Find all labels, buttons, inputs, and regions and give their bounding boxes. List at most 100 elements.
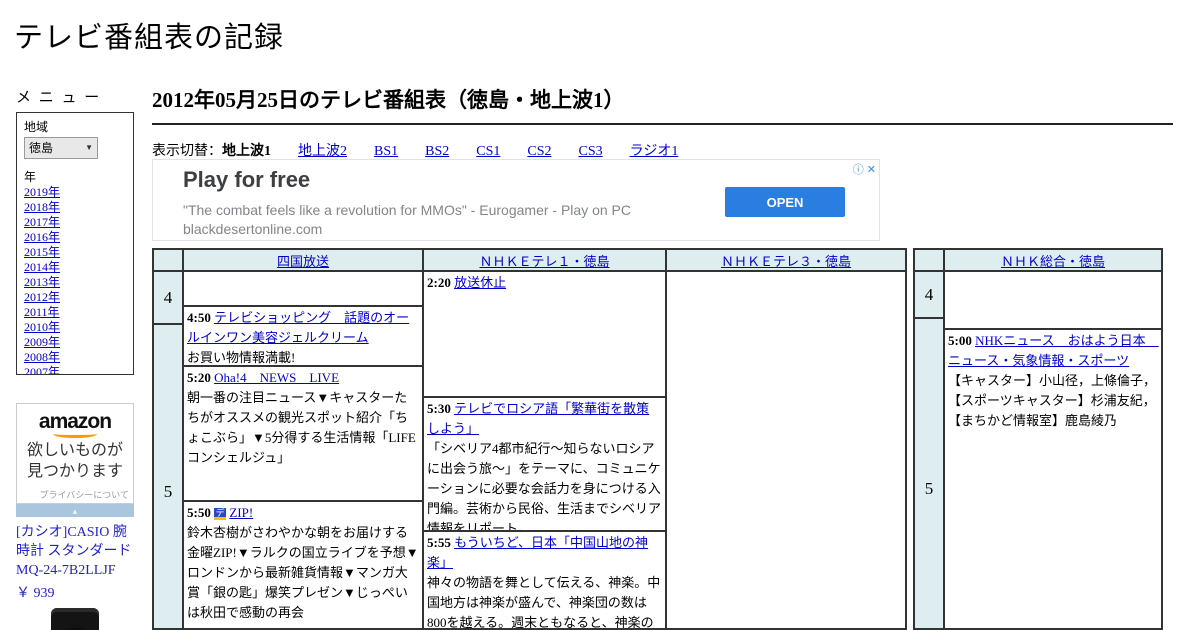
- year-link[interactable]: 2012年: [24, 290, 126, 305]
- channel-link[interactable]: ＮＨＫ総合・徳島: [1001, 251, 1105, 270]
- main-content: 2012年05月25日のテレビ番組表（徳島・地上波1） 表示切替：地上波1 地上波…: [152, 84, 1173, 630]
- program-cell: 5:50 デ ZIP! 鈴木杏樹がさわやかな朝をお届けする金曜ZIP!▼ラルクの国…: [184, 502, 422, 628]
- program-cell: 5:20 Oha!4 NEWS LIVE 朝一番の注目ニュース▼キャスターたちがオ…: [184, 367, 422, 502]
- page: テレビ番組表の記録 メ ニ ュ ー 地域 徳島 ▼ 年 2019年 2018年 20…: [0, 0, 1200, 630]
- program-cell: 2:20 放送休止: [424, 272, 665, 398]
- year-link-list: 2019年 2018年 2017年 2016年 2015年 2014年 2013年 2012年…: [24, 185, 126, 374]
- hour-label: 5: [163, 482, 173, 501]
- channel-column: 四国放送 4:50 テレビショッピング 話題のオールインワン美容ジェルクリーム お買…: [182, 250, 422, 628]
- data-broadcast-icon: デ: [214, 508, 227, 520]
- region-label: 地域: [24, 120, 49, 134]
- year-link[interactable]: 2011年: [24, 305, 126, 320]
- amazon-ad-box[interactable]: amazon 欲しいものが 見つかります プライバシーについて: [16, 403, 134, 504]
- ad-info-icon[interactable]: ⓘ: [853, 164, 864, 176]
- program-time: 5:00: [948, 333, 976, 348]
- channel-column: ＮＨＫ総合・徳島 5:00 NHKニュース おはよう日本 ニュース・気象情報・スポ…: [943, 250, 1161, 628]
- sidebar-menu-box: 地域 徳島 ▼ 年 2019年 2018年 2017年 2016年 2015年 2014年…: [16, 112, 134, 375]
- program-time: 5:50: [187, 505, 215, 520]
- empty-cell: [184, 272, 422, 307]
- schedule-table: 4 5 ＮＨＫ総合・徳島 5:00 NHKニュース おはよう日本 ニュース・気象情報・…: [913, 248, 1163, 630]
- tv-schedule: 4 5 四国放送 4:50 テレビショッピング 話題のオールインワン美容ジェルクリーム…: [152, 248, 1163, 630]
- program-time: 2:20: [427, 275, 455, 290]
- channel-header: ＮＨＫ総合・徳島: [945, 250, 1161, 272]
- triangle-up-icon: ▲: [71, 507, 79, 516]
- year-link[interactable]: 2017年: [24, 215, 126, 230]
- hour-cell: 4: [154, 272, 182, 325]
- site-title: テレビ番組表の記録: [14, 22, 285, 54]
- amazon-product-price: ￥ 939: [16, 586, 55, 601]
- year-link[interactable]: 2019年: [24, 185, 126, 200]
- program-description: 「シベリア4都市紀行～知らないロシアに出会う旅～」をテーマに、コミュニケーション…: [427, 441, 662, 532]
- year-label: 年: [24, 170, 37, 184]
- empty-cell: [945, 272, 1161, 330]
- time-column-header: [154, 250, 182, 272]
- program-cell: 5:55 もういちど、日本「中国山地の神楽」 神々の物語を舞として伝える、神楽。中…: [424, 532, 665, 628]
- ad-open-button[interactable]: OPEN: [725, 187, 845, 217]
- year-link[interactable]: 2008年: [24, 350, 126, 365]
- hour-cell: 5: [154, 325, 182, 628]
- switcher-tab-CS2[interactable]: CS2: [527, 144, 551, 159]
- switcher-links: 地上波2 BS1 BS2 CS1 CS2 CS3 ラジオ1: [271, 144, 678, 159]
- ad-close-icon[interactable]: ✕: [867, 164, 876, 176]
- switcher-current-tab: 地上波1: [222, 144, 271, 159]
- channel-link[interactable]: ＮＨＫＥテレ３・徳島: [721, 251, 851, 270]
- program-time: 5:55: [427, 535, 455, 550]
- switcher-tab-BS2[interactable]: BS2: [425, 144, 449, 159]
- region-select[interactable]: 徳島 ▼: [24, 137, 98, 159]
- ad-control-icons: ⓘ ✕: [850, 161, 876, 177]
- year-link[interactable]: 2015年: [24, 245, 126, 260]
- ad-description: "The combat feels like a revolution for …: [183, 202, 631, 218]
- channel-header: ＮＨＫＥテレ３・徳島: [667, 250, 905, 272]
- amazon-product-image[interactable]: 12 1 11 10 2: [33, 608, 117, 630]
- year-link[interactable]: 2007年: [24, 365, 126, 374]
- time-column: 45: [915, 250, 943, 628]
- switcher-label: 表示切替：: [152, 144, 222, 159]
- channel-column: ＮＨＫＥテレ１・徳島 2:20 放送休止 5:30 テレビでロシア語「繁華街を散策し…: [422, 250, 665, 628]
- sidebar-menu-title: メ ニ ュ ー: [16, 90, 102, 106]
- time-column: 45: [154, 250, 182, 628]
- hour-label: 4: [924, 284, 934, 304]
- program-title-link[interactable]: 放送休止: [454, 275, 506, 290]
- page-title: 2012年05月25日のテレビ番組表（徳島・地上波1）: [152, 84, 1173, 125]
- ad-headline: Play for free: [183, 167, 311, 192]
- year-link[interactable]: 2010年: [24, 320, 126, 335]
- program-title-link[interactable]: Oha!4 NEWS LIVE: [214, 370, 339, 385]
- program-cell: 4:50 テレビショッピング 話題のオールインワン美容ジェルクリーム お買い物情報…: [184, 307, 422, 367]
- year-link[interactable]: 2016年: [24, 230, 126, 245]
- program-title-link[interactable]: もういちど、日本「中国山地の神楽」: [427, 535, 648, 570]
- program-description: 朝一番の注目ニュース▼キャスターたちがオススメの観光スポット紹介「ちょこぶら」▼…: [187, 390, 416, 465]
- year-link[interactable]: 2009年: [24, 335, 126, 350]
- switcher-tab-CS3[interactable]: CS3: [579, 144, 603, 159]
- program-title-link[interactable]: ZIP!: [229, 505, 253, 520]
- channel-header: ＮＨＫＥテレ１・徳島: [424, 250, 665, 272]
- channel-link[interactable]: 四国放送: [277, 251, 329, 270]
- program-cell: 5:30 テレビでロシア語「繁華街を散策しよう」「シベリア4都市紀行～知らないロ…: [424, 398, 665, 532]
- amazon-product-link[interactable]: [カシオ]CASIO 腕時計 スタンダード MQ-24-7B2LLJF: [16, 523, 134, 580]
- amazon-collapse-bar[interactable]: ▲: [16, 504, 134, 517]
- hour-cell: 4: [915, 272, 943, 319]
- amazon-ad: amazon 欲しいものが 見つかります プライバシーについて ▲ [カシオ]C…: [16, 403, 134, 630]
- switcher-tab-CS1[interactable]: CS1: [476, 144, 500, 159]
- switcher-tab-ラジオ1[interactable]: ラジオ1: [630, 144, 679, 159]
- switcher-tab-地上波2[interactable]: 地上波2: [298, 144, 347, 159]
- ad-domain: blackdesertonline.com: [183, 221, 323, 237]
- year-link[interactable]: 2018年: [24, 200, 126, 215]
- program-time: 5:30: [427, 401, 455, 416]
- switcher-tab-BS1[interactable]: BS1: [374, 144, 398, 159]
- watch-strap: [51, 608, 99, 630]
- google-ad-banner[interactable]: Play for free "The combat feels like a r…: [152, 159, 880, 241]
- year-link[interactable]: 2014年: [24, 260, 126, 275]
- schedule-table: 4 5 四国放送 4:50 テレビショッピング 話題のオールインワン美容ジェルクリーム…: [152, 248, 907, 630]
- amazon-privacy-link[interactable]: プライバシーについて: [21, 488, 129, 501]
- program-title-link[interactable]: NHKニュース おはよう日本 ニュース・気象情報・スポーツ: [948, 333, 1159, 368]
- channel-header: 四国放送: [184, 250, 422, 272]
- program-title-link[interactable]: テレビショッピング 話題のオールインワン美容ジェルクリーム: [187, 310, 409, 345]
- channel-link[interactable]: ＮＨＫＥテレ１・徳島: [479, 251, 609, 270]
- program-title-link[interactable]: テレビでロシア語「繁華街を散策しよう」: [427, 401, 649, 436]
- year-link[interactable]: 2013年: [24, 275, 126, 290]
- region-select-value: 徳島: [29, 141, 54, 155]
- program-description: 鈴木杏樹がさわやかな朝をお届けする金曜ZIP!▼ラルクの国立ライブを予想▼ロンド…: [187, 525, 419, 620]
- program-description: 【キャスター】小山径，上條倫子，【スポーツキャスター】杉浦友紀，【まちかど情報室…: [948, 373, 1157, 428]
- program-cell: 5:00 NHKニュース おはよう日本 ニュース・気象情報・スポーツ【キャスター…: [945, 330, 1161, 628]
- program-time: 4:50: [187, 310, 215, 325]
